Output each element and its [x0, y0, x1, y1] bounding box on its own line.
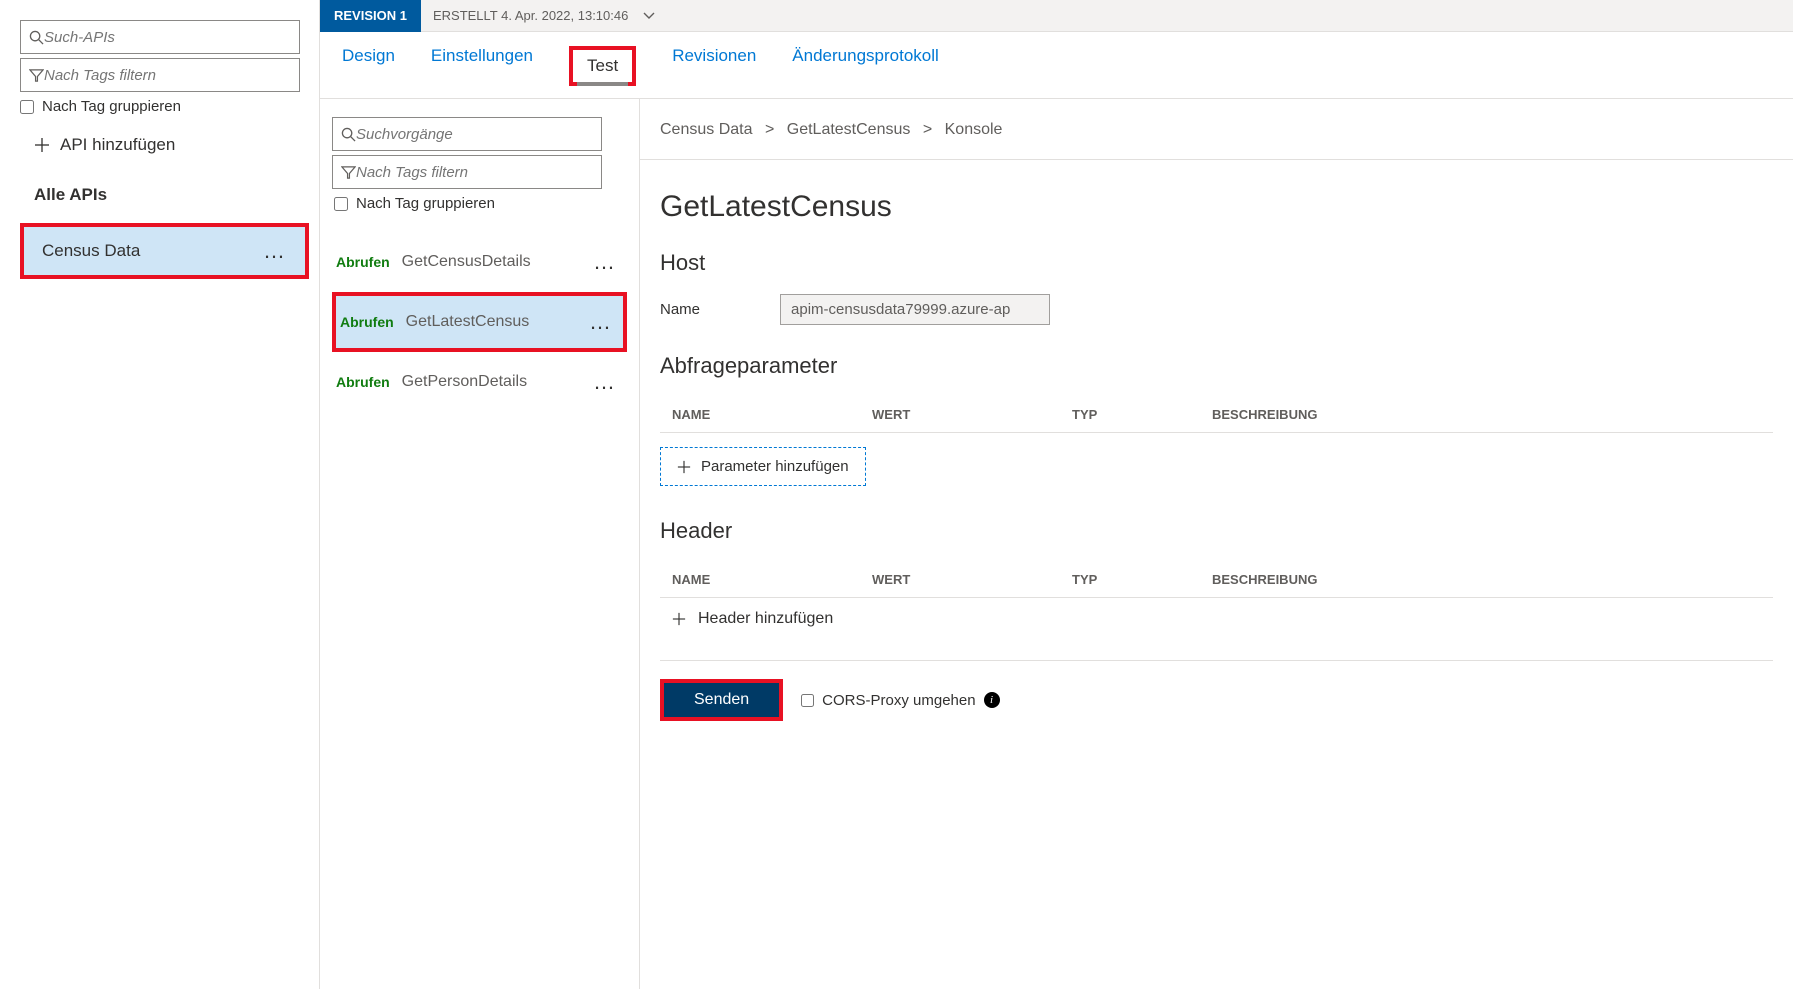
revision-created: ERSTELLT 4. Apr. 2022, 13:10:46 [433, 8, 628, 23]
http-method-label: Abrufen [336, 254, 390, 270]
group-by-tag-row[interactable]: Nach Tag gruppieren [20, 98, 309, 115]
api-search-box[interactable] [20, 20, 300, 54]
send-button[interactable]: Senden [664, 683, 779, 717]
ellipsis-icon[interactable]: … [589, 309, 613, 335]
breadcrumb-api[interactable]: Census Data [660, 121, 753, 138]
api-filter-box[interactable] [20, 58, 300, 92]
add-header-label: Header hinzufügen [698, 610, 833, 628]
add-api-label: API hinzufügen [60, 135, 175, 155]
filter-icon [29, 68, 44, 83]
add-header-button[interactable]: Header hinzufügen [660, 598, 1773, 640]
group-by-tag-checkbox[interactable] [20, 100, 34, 114]
http-method-label: Abrufen [336, 374, 390, 390]
col-value: WERT [872, 572, 992, 587]
plus-icon [677, 460, 691, 474]
http-method-label: Abrufen [340, 314, 394, 330]
plus-icon [34, 137, 50, 153]
ellipsis-icon[interactable]: … [263, 238, 287, 264]
col-value: WERT [872, 407, 992, 422]
group-by-tag-label: Nach Tag gruppieren [42, 98, 181, 115]
op-name: GetPersonDetails [402, 373, 527, 391]
query-params-header: NAME WERT TYP BESCHREIBUNG [660, 397, 1773, 433]
api-filter-input[interactable] [44, 67, 291, 84]
add-api-button[interactable]: API hinzufügen [34, 135, 309, 155]
tab-changelog[interactable]: Änderungsprotokoll [792, 46, 938, 86]
tab-test[interactable]: Test [569, 46, 636, 86]
col-name: NAME [672, 407, 792, 422]
chevron-right-icon: > [923, 121, 932, 138]
cors-bypass-row[interactable]: CORS-Proxy umgehen i [801, 692, 999, 709]
breadcrumb-operation[interactable]: GetLatestCensus [787, 121, 911, 138]
tab-bar: Design Einstellungen Test Revisionen Änd… [320, 32, 1793, 99]
revision-bar: REVISION 1 ERSTELLT 4. Apr. 2022, 13:10:… [320, 0, 1793, 32]
chevron-right-icon: > [765, 121, 774, 138]
breadcrumb-console: Konsole [945, 121, 1003, 138]
col-desc: BESCHREIBUNG [1212, 572, 1317, 587]
ops-filter-input[interactable] [356, 164, 593, 181]
all-apis-heading: Alle APIs [34, 185, 309, 205]
add-parameter-label: Parameter hinzufügen [701, 458, 849, 475]
chevron-down-icon[interactable] [642, 11, 656, 21]
op-name: GetCensusDetails [402, 253, 531, 271]
api-item-census-data[interactable]: Census Data … [20, 223, 309, 279]
header-heading: Header [660, 518, 1773, 544]
detail-panel: Census Data > GetLatestCensus > Konsole … [640, 99, 1793, 989]
info-icon[interactable]: i [984, 692, 1000, 708]
plus-icon [672, 612, 686, 626]
operation-title: GetLatestCensus [660, 190, 1773, 224]
filter-icon [341, 165, 356, 180]
ops-group-by-tag-checkbox[interactable] [334, 197, 348, 211]
tab-revisions[interactable]: Revisionen [672, 46, 756, 86]
revision-badge: REVISION 1 [320, 0, 421, 32]
ops-filter-box[interactable] [332, 155, 602, 189]
op-item-getcensusdetails[interactable]: Abrufen GetCensusDetails … [332, 232, 627, 292]
op-name: GetLatestCensus [406, 313, 530, 331]
col-desc: BESCHREIBUNG [1212, 407, 1317, 422]
api-search-input[interactable] [44, 29, 291, 46]
header-table-header: NAME WERT TYP BESCHREIBUNG [660, 562, 1773, 598]
revision-info[interactable]: ERSTELLT 4. Apr. 2022, 13:10:46 [421, 8, 668, 23]
host-heading: Host [660, 250, 1773, 276]
host-name-input [780, 294, 1050, 325]
ops-group-by-tag-row[interactable]: Nach Tag gruppieren [334, 195, 627, 212]
col-type: TYP [1072, 572, 1132, 587]
ops-search-box[interactable] [332, 117, 602, 151]
host-name-label: Name [660, 301, 700, 318]
tab-design[interactable]: Design [342, 46, 395, 86]
ellipsis-icon[interactable]: … [593, 249, 617, 275]
breadcrumb: Census Data > GetLatestCensus > Konsole [640, 99, 1793, 160]
cors-bypass-label: CORS-Proxy umgehen [822, 692, 975, 709]
col-name: NAME [672, 572, 792, 587]
api-item-label: Census Data [42, 241, 140, 261]
col-type: TYP [1072, 407, 1132, 422]
query-params-heading: Abfrageparameter [660, 353, 1773, 379]
ellipsis-icon[interactable]: … [593, 369, 617, 395]
operations-panel: Nach Tag gruppieren Abrufen GetCensusDet… [320, 99, 640, 989]
op-item-getpersondetails[interactable]: Abrufen GetPersonDetails … [332, 352, 627, 412]
add-parameter-button[interactable]: Parameter hinzufügen [660, 447, 866, 486]
api-sidebar: Nach Tag gruppieren API hinzufügen Alle … [0, 0, 320, 989]
ops-search-input[interactable] [356, 126, 593, 143]
tab-settings[interactable]: Einstellungen [431, 46, 533, 86]
search-icon [29, 30, 44, 45]
op-item-getlatestcensus[interactable]: Abrufen GetLatestCensus … [332, 292, 627, 352]
cors-bypass-checkbox[interactable] [801, 694, 814, 707]
search-icon [341, 127, 356, 142]
ops-group-by-tag-label: Nach Tag gruppieren [356, 195, 495, 212]
